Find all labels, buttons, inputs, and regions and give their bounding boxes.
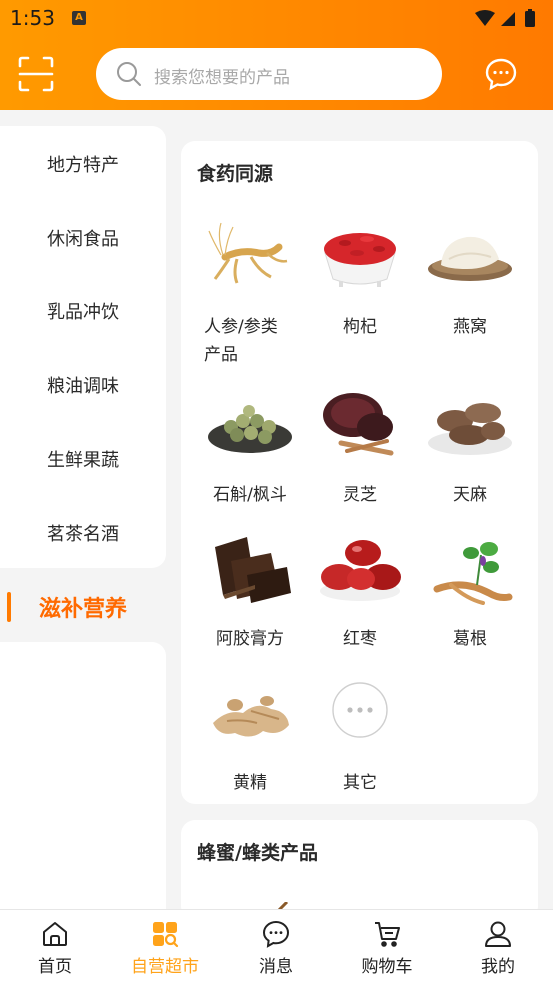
red-date-image — [320, 540, 401, 601]
tab-supermarket[interactable]: 自营超市 — [110, 910, 220, 984]
sidebar-item-active[interactable]: 滋补营养 — [0, 590, 166, 626]
category-section-card: 蜂蜜/蜂类产品 — [181, 820, 538, 920]
signal-battery-icon — [475, 9, 535, 27]
product-tile[interactable]: 人参/参类 产品 — [195, 219, 305, 369]
search-placeholder: 搜索您想要的产品 — [154, 68, 290, 88]
kudzu-image — [433, 542, 513, 605]
tab-label: 消息 — [259, 957, 293, 977]
section-title: 食药同源 — [197, 163, 274, 185]
gastrodia-image — [428, 403, 512, 455]
tab-label: 自营超市 — [131, 957, 199, 977]
product-tile[interactable]: 黄精 — [195, 681, 305, 793]
product-name: 人参/参类 产品 — [204, 317, 278, 365]
product-name: 阿胶膏方 — [216, 629, 284, 649]
tab-home[interactable]: 首页 — [0, 910, 110, 984]
product-tile[interactable]: 葛根 — [415, 537, 525, 649]
chat-icon[interactable] — [484, 57, 518, 91]
profile-icon — [485, 921, 511, 947]
tab-cart[interactable]: 购物车 — [332, 910, 442, 984]
product-tile[interactable]: 灵芝 — [305, 391, 415, 505]
tab-label: 购物车 — [361, 957, 413, 977]
product-tile[interactable]: 天麻 — [415, 391, 525, 505]
status-time: 1:53 — [10, 6, 55, 30]
header: 1:53 A 搜索您想要的产品 — [0, 0, 553, 110]
product-name: 红枣 — [343, 629, 377, 649]
supermarket-icon — [153, 922, 179, 948]
sidebar-item[interactable]: 茗茶名酒 — [0, 520, 166, 546]
category-section-card: 食药同源 人参/参类 产品 枸杞 燕窝 石斛/枫斗 灵芝 天麻 阿胶膏方 红枣 … — [181, 141, 538, 804]
product-name: 天麻 — [453, 485, 487, 505]
product-name: 灵芝 — [343, 485, 377, 505]
product-tile[interactable]: 其它 — [305, 681, 415, 793]
search-input[interactable]: 搜索您想要的产品 — [96, 48, 442, 100]
product-name: 石斛/枫斗 — [213, 485, 287, 505]
tab-message[interactable]: 消息 — [221, 910, 331, 984]
tab-profile[interactable]: 我的 — [443, 910, 553, 984]
sidebar-item[interactable]: 乳品冲饮 — [0, 298, 166, 324]
birds-nest-image — [428, 236, 512, 281]
dendrobium-image — [208, 405, 292, 453]
product-name: 枸杞 — [343, 317, 377, 337]
sidebar-item[interactable]: 粮油调味 — [0, 372, 166, 398]
notification-badge: A — [72, 11, 86, 25]
product-name: 葛根 — [453, 629, 487, 649]
product-tile[interactable]: 燕窝 — [415, 219, 525, 337]
home-icon — [43, 922, 67, 946]
sidebar-item[interactable]: 生鲜果蔬 — [0, 446, 166, 472]
section-title: 蜂蜜/蜂类产品 — [197, 842, 318, 864]
status-bar: 1:53 A — [0, 0, 553, 38]
product-name: 其它 — [343, 773, 377, 793]
bottom-tab-bar: 首页 自营超市 消息 购物车 我的 — [0, 909, 553, 984]
polygonatum-image — [213, 696, 289, 737]
cart-icon — [375, 922, 400, 947]
tab-label: 首页 — [38, 957, 72, 977]
message-icon — [262, 920, 290, 948]
product-tile[interactable]: 阿胶膏方 — [195, 537, 305, 649]
more-icon — [332, 682, 388, 738]
product-tile[interactable]: 石斛/枫斗 — [195, 391, 305, 505]
goji-image — [324, 233, 396, 287]
product-name: 燕窝 — [453, 317, 487, 337]
tab-label: 我的 — [481, 957, 515, 977]
scan-icon[interactable] — [18, 56, 54, 92]
ejiao-image — [215, 537, 291, 603]
sidebar-item[interactable]: 地方特产 — [0, 151, 166, 177]
sidebar-filler — [0, 642, 166, 912]
ginseng-image — [208, 222, 288, 284]
category-sidebar: 地方特产 休闲食品 乳品冲饮 粮油调味 生鲜果蔬 茗茶名酒 — [0, 126, 166, 568]
product-tile[interactable]: 红枣 — [305, 537, 415, 649]
product-tile[interactable]: 枸杞 — [305, 219, 415, 337]
lingzhi-image — [323, 393, 394, 456]
sidebar-item-active-label: 滋补营养 — [38, 597, 127, 622]
sidebar-item[interactable]: 休闲食品 — [0, 225, 166, 251]
search-icon — [117, 62, 141, 86]
product-name: 黄精 — [233, 773, 267, 793]
